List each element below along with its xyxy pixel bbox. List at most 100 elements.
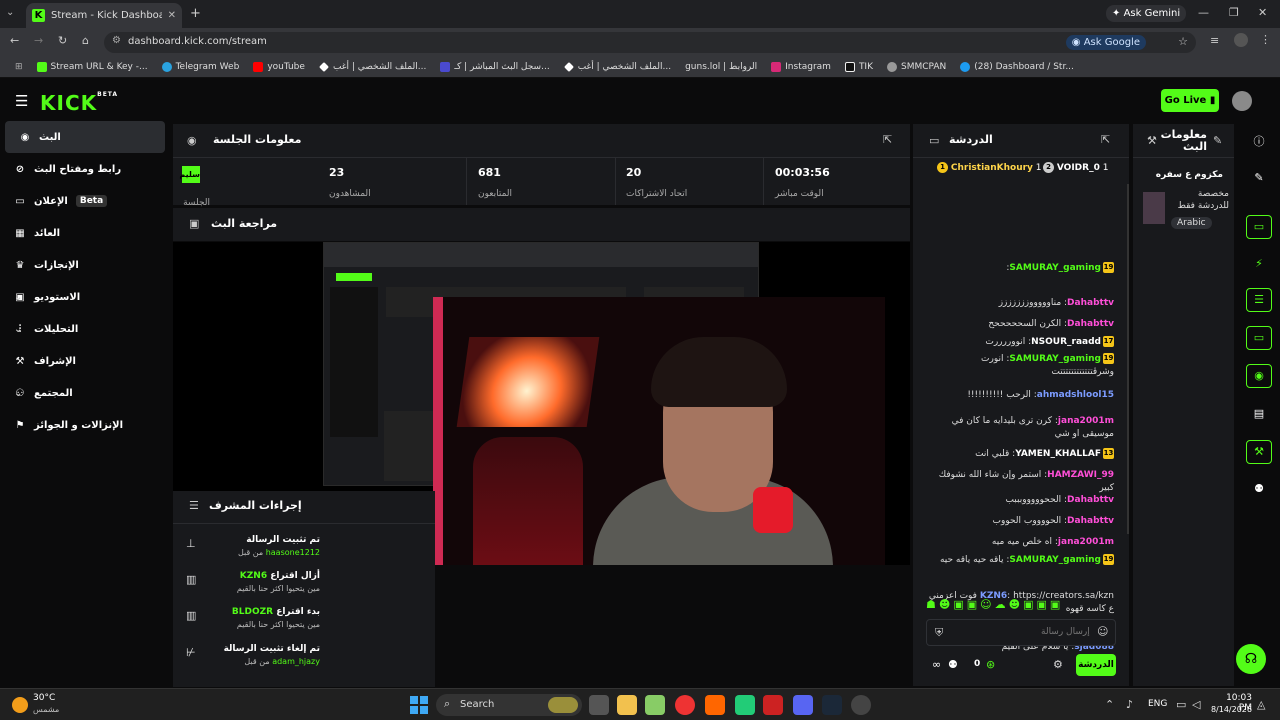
chat-username[interactable]: jana2001m [1058, 537, 1114, 547]
info-icon[interactable]: ⓘ [1251, 133, 1267, 149]
mod-user[interactable]: KZN6 [240, 571, 267, 581]
window-close-icon[interactable]: ✕ [1258, 6, 1267, 19]
users-icon[interactable]: ⚉ [948, 658, 958, 671]
sidebar-item-studio[interactable]: ⌄ الاستوديو ▣ [0, 281, 170, 313]
chrome-icon[interactable] [675, 695, 695, 715]
file-explorer-icon[interactable] [617, 695, 637, 715]
layers-icon[interactable]: ▤ [1251, 407, 1267, 420]
minimize-icon[interactable]: — [1198, 6, 1209, 19]
bookmark-item[interactable]: (28) Dashboard / Str... [953, 61, 1081, 72]
emote-icon[interactable]: ▣ [1023, 598, 1036, 611]
chat-scrollbar[interactable] [1127, 184, 1129, 534]
rail-chat-icon[interactable]: ▭ [1246, 326, 1272, 350]
mic-icon[interactable]: ♪ [1126, 698, 1133, 711]
sidebar-item-community[interactable]: ⌄ المجتمع ⚇ [0, 377, 170, 409]
task-view-icon[interactable] [589, 695, 609, 715]
chat-username[interactable]: Dahabttv [1067, 516, 1114, 526]
bookmark-item[interactable]: Instagram [764, 61, 838, 72]
bookmark-item[interactable]: SMMCPAN [880, 61, 953, 72]
popout-icon[interactable]: ⇱ [883, 133, 892, 146]
bookmark-item[interactable]: guns.lol | الروابط [678, 62, 764, 72]
discord-icon[interactable] [793, 695, 813, 715]
profile-avatar[interactable] [1234, 33, 1248, 47]
lightning-icon[interactable]: ⚡ [1251, 257, 1267, 270]
brave-icon[interactable] [705, 695, 725, 715]
sidebar-item-stream[interactable]: البث ◉ [5, 121, 165, 153]
chat-username[interactable]: HAMZAWI_99 [1047, 470, 1114, 480]
emoji-icon[interactable]: ☺ [1097, 625, 1108, 638]
bookmark-item[interactable]: سجل البث المباشر | كـ... [433, 61, 556, 72]
browser-menu-icon[interactable]: ⋮ [1260, 33, 1271, 46]
bookmark-item[interactable]: Stream URL & Key -... [30, 61, 155, 72]
go-live-button[interactable]: Go Live ▮ [1161, 89, 1219, 112]
sidebar-item-achievements[interactable]: الإنجازات ♛ [0, 249, 170, 281]
back-icon[interactable]: ← [10, 34, 19, 47]
site-info-icon[interactable]: ⚙ [112, 35, 121, 46]
taskbar-search[interactable]: ⌕ Search [436, 694, 582, 716]
user-avatar[interactable] [1232, 91, 1252, 111]
chat-username[interactable]: SAMURAY_gaming [1009, 354, 1101, 364]
chat-username[interactable]: Dahabttv [1067, 319, 1114, 329]
hamburger-menu-icon[interactable]: ☰ [15, 92, 28, 110]
ask-gemini-button[interactable]: ✦ Ask Gemini [1106, 5, 1187, 22]
chat-popout-icon[interactable]: ⇱ [1101, 133, 1110, 146]
edit-icon[interactable]: ✎ [1213, 134, 1222, 147]
emote-icon[interactable]: ▣ [1037, 598, 1050, 611]
clock-date[interactable]: 8/14/2026 [1210, 705, 1252, 714]
reading-list-icon[interactable]: ≡ [1210, 34, 1219, 47]
bookmark-item[interactable]: TIK [838, 61, 880, 72]
notification-bell-icon[interactable]: ◬ [1257, 698, 1265, 711]
windows-start-icon[interactable] [410, 696, 428, 714]
category-thumbnail[interactable] [1143, 192, 1165, 224]
bookmark-item[interactable]: الملف الشخصي | أغب... [312, 62, 433, 72]
ask-google-button[interactable]: ◉ Ask Google [1065, 35, 1146, 50]
maximize-icon[interactable]: ❐ [1229, 6, 1239, 19]
bookmark-item[interactable]: Telegram Web [155, 61, 247, 72]
infinity-icon[interactable]: ∞ [932, 658, 941, 671]
tray-chevron-icon[interactable]: ⌃ [1105, 698, 1114, 711]
steam-icon[interactable] [822, 695, 842, 715]
bookmark-item[interactable]: الملف الشخصي | أغب... [557, 62, 678, 72]
chat-settings-icon[interactable]: ⚙ [1053, 658, 1063, 671]
language-tag[interactable]: Arabic [1171, 217, 1212, 229]
obs-icon[interactable] [851, 695, 871, 715]
tab-close-icon[interactable]: ✕ [168, 10, 176, 21]
emote-icon[interactable]: ▣ [953, 598, 966, 611]
emote-icon[interactable]: ☺ [980, 598, 994, 611]
bookmark-star-icon[interactable]: ☆ [1178, 35, 1188, 48]
volume-icon[interactable]: ◁ [1192, 698, 1200, 711]
chat-send-button[interactable]: الدردشة [1076, 654, 1116, 676]
emote-icon[interactable]: ☗ [926, 598, 939, 611]
tab-kick-dashboard[interactable]: K Stream - Kick Dashboard ✕ [26, 3, 182, 28]
apps-grid-icon[interactable]: ⊞ [8, 62, 30, 72]
emote-bar[interactable]: ☗☻▣▣☺☁☻▣▣▣ [926, 598, 1063, 611]
weather-sun-icon[interactable] [12, 697, 28, 713]
chat-username[interactable]: Dahabttv [1067, 495, 1114, 505]
kick-logo[interactable]: KICKBETA [40, 91, 118, 115]
network-icon[interactable]: ▭ [1176, 698, 1186, 711]
reload-icon[interactable]: ↻ [58, 34, 67, 47]
emote-icon[interactable]: ▣ [1050, 598, 1063, 611]
chat-username[interactable]: YAMEN_KHALLAF [1015, 449, 1101, 459]
support-headset-icon[interactable]: ☊ [1236, 644, 1266, 674]
rail-wrench-icon[interactable]: ⚒ [1246, 440, 1272, 464]
app-icon[interactable] [645, 695, 665, 715]
tab-search-icon[interactable]: ⌄ [6, 7, 14, 18]
url-input[interactable]: ⚙ dashboard.kick.com/stream ◉ Ask Google… [104, 32, 1196, 53]
chat-username[interactable]: ahmadshlool15 [1037, 390, 1114, 400]
sidebar-item-moderation[interactable]: الإشراف ⚒ [0, 345, 170, 377]
sidebar-item-revenue[interactable]: العائد ▦ [0, 217, 170, 249]
pencil-icon[interactable]: ✎ [1251, 171, 1267, 184]
chat-input[interactable]: ⛨ إرسال رسالة ☺ [926, 619, 1116, 646]
emote-icon[interactable]: ☻ [1009, 598, 1023, 611]
chat-username[interactable]: SAMURAY_gaming [1009, 263, 1101, 273]
community-rail-icon[interactable]: ⚉ [1251, 482, 1267, 495]
mod-user[interactable]: haasone1212 [266, 548, 320, 557]
chat-username[interactable]: jana2001m [1058, 416, 1114, 426]
top-gifter-1[interactable]: 1 ChristianKhoury 1 [935, 162, 1042, 173]
language-indicator[interactable]: ENG [1148, 699, 1167, 709]
top-gifter-2[interactable]: 2 VOIDR_0 1 [1041, 162, 1108, 173]
chat-username[interactable]: SAMURAY_gaming [1009, 555, 1101, 565]
mod-user[interactable]: BLDOZR [232, 607, 273, 617]
bookmark-item[interactable]: youTube [246, 61, 312, 72]
